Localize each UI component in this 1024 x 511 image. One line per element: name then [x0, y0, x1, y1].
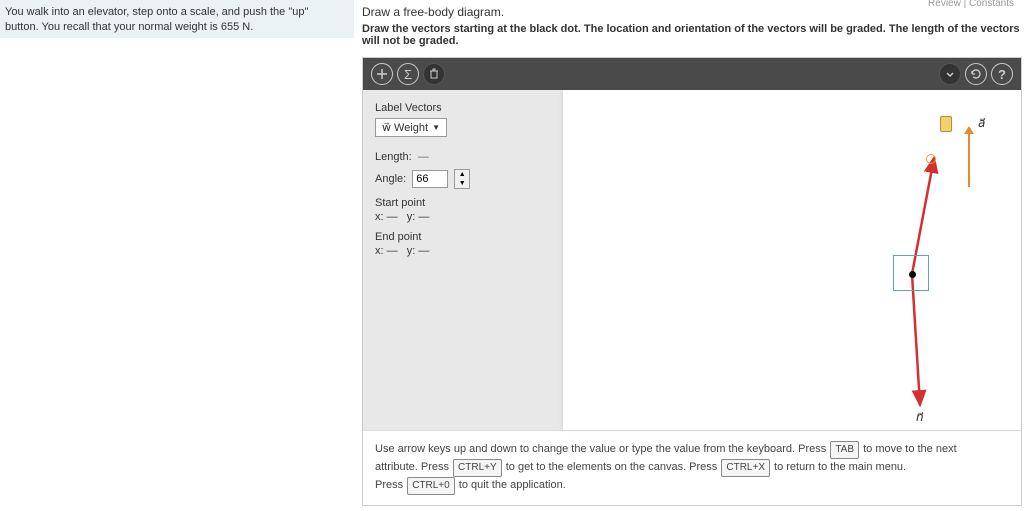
length-value: — [418, 151, 429, 163]
angle-up-button[interactable]: ▲ [455, 170, 469, 179]
key-ctrly: CTRL+Y [453, 459, 502, 477]
instruction-title: Draw a free-body diagram. [362, 5, 1022, 19]
end-x: x: — [375, 245, 398, 257]
help-text: Use arrow keys up and down to change the… [363, 430, 1021, 505]
chevron-down-icon: ▼ [432, 123, 440, 132]
end-point-heading: End point [375, 231, 551, 243]
vector-handle[interactable] [926, 154, 936, 164]
drawing-canvas[interactable]: a⃗ n⃗ [563, 90, 1021, 430]
label-vectors-title: Label Vectors [375, 102, 551, 114]
label-a: a⃗ [978, 116, 985, 130]
acceleration-arrow[interactable] [968, 133, 970, 187]
sigma-button[interactable]: Σ [397, 63, 419, 85]
label-n: n⃗ [916, 410, 924, 424]
start-x: x: — [375, 211, 398, 223]
angle-label: Angle: [375, 173, 406, 185]
red-vector-down[interactable] [912, 274, 920, 405]
length-label: Length: [375, 151, 412, 163]
problem-text: You walk into an elevator, step onto a s… [5, 6, 308, 33]
end-y: y: — [407, 245, 430, 257]
vector-svg [563, 90, 1021, 430]
angle-down-button[interactable]: ▼ [455, 179, 469, 188]
top-links[interactable]: Review | Constants [928, 0, 1014, 9]
reset-button[interactable] [965, 63, 987, 85]
start-y: y: — [407, 211, 430, 223]
start-point-heading: Start point [375, 197, 551, 209]
workspace: Σ ? Label Vectors w⃗ Weight [362, 57, 1022, 506]
instruction-bold: Draw the vectors starting at the black d… [362, 23, 1022, 47]
sigma-icon: Σ [404, 67, 412, 82]
trash-button[interactable] [423, 63, 445, 85]
black-dot[interactable] [909, 271, 916, 278]
angle-input[interactable] [412, 170, 448, 188]
help-button[interactable]: ? [991, 63, 1013, 85]
angle-spinner[interactable]: ▲ ▼ [454, 169, 470, 189]
weight-dropdown-label: w⃗ Weight [382, 121, 428, 134]
expand-button[interactable] [939, 63, 961, 85]
key-ctrlx: CTRL+X [721, 459, 770, 477]
toolbar: Σ ? [363, 58, 1021, 90]
add-button[interactable] [371, 63, 393, 85]
problem-statement: You walk into an elevator, step onto a s… [0, 0, 354, 38]
side-controls: Label Vectors w⃗ Weight ▼ Length: — Angl… [363, 90, 563, 430]
weight-dropdown[interactable]: w⃗ Weight ▼ [375, 118, 447, 137]
palette-weight-icon[interactable] [940, 116, 952, 132]
key-ctrl0: CTRL+0 [407, 477, 455, 495]
key-tab: TAB [830, 441, 859, 459]
